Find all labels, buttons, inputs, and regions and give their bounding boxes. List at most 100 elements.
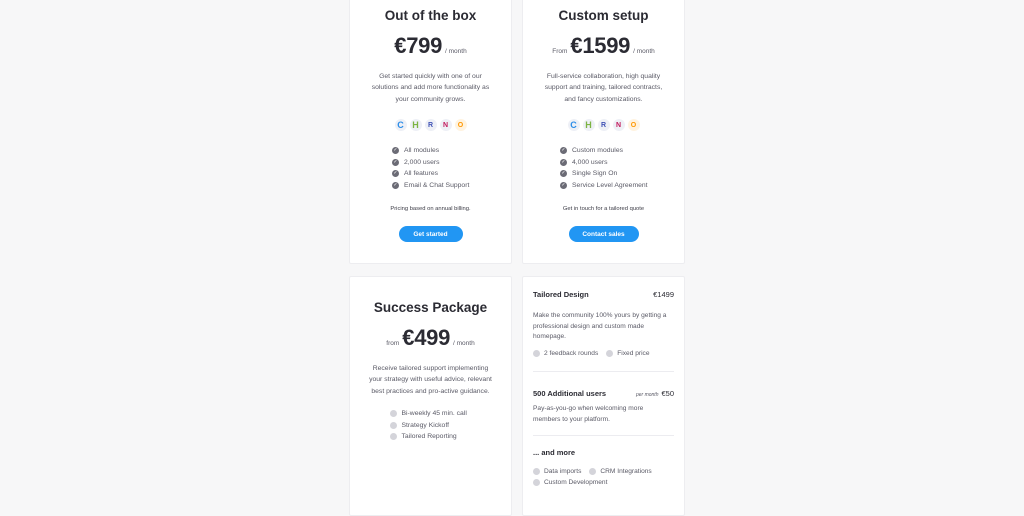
addon-users-header: 500 Additional users per month €50 [533,383,674,401]
feature-item: Strategy Kickoff [389,420,472,432]
feature-item: ✓ Email & Chat Support [392,180,469,192]
module-o-icon: O [454,119,467,131]
module-h-icon: H [582,119,595,131]
check-icon: ✓ [560,181,567,189]
module-n-icon: N [439,119,452,131]
module-c-icon: C [567,119,580,131]
addon-description: Make the community 100% yours by getting… [533,312,667,340]
module-c-icon: C [394,119,407,131]
success-title: Success Package [373,300,488,315]
contact-sales-button[interactable]: Contact sales [568,226,639,242]
success-from: from [386,340,400,347]
success-per: / month [453,340,475,347]
check-icon [389,410,397,418]
feature-label: 4,000 users [572,158,608,166]
addon-title: ... and more [533,448,576,457]
plan-per: / month [633,48,655,55]
feature-item: Tailored Reporting [389,431,472,443]
divider [533,435,674,436]
plan-card-custom-setup: Custom setup From €1599 / month Full-ser… [522,0,685,264]
module-icons: C H R N O [523,119,684,131]
tag-item: CRM Integrations [589,468,652,475]
success-price-row: from €499 / month [350,325,511,351]
plan-price-row: From €1599 / month [523,33,684,59]
tag-label: Fixed price [617,350,650,357]
tag-label: Data imports [544,468,582,475]
module-icons: C H R N O [350,119,511,131]
plan-title: Custom setup [558,8,649,23]
check-icon: ✓ [560,158,567,166]
tag-item: Data imports [533,468,581,475]
addon-description: Pay-as-you-go when welcoming more member… [533,405,644,423]
check-icon [533,479,540,486]
addon-more-tags: Data imports CRM Integrations Custom Dev… [533,468,674,486]
check-icon: ✓ [392,181,399,189]
feature-label: Email & Chat Support [404,181,470,189]
get-started-button[interactable]: Get started [398,226,463,242]
addon-more-header: ... and more [533,448,674,457]
check-icon [606,350,614,357]
addon-price: €1499 [653,290,674,299]
feature-item: ✓ All modules [392,145,469,157]
tag-label: 2 feedback rounds [544,350,599,357]
addon-title: Tailored Design [533,290,589,299]
plan-price: €799 [394,33,443,58]
feature-label: All modules [404,147,440,154]
module-h-icon: H [409,119,422,131]
feature-label: All features [404,170,439,177]
plan-price: €1599 [570,33,631,58]
addon-price-group: per month €50 [636,383,674,401]
feature-label: 2,000 users [404,158,440,166]
addon-design-header: Tailored Design €1499 [533,290,674,299]
feature-label: Service Level Agreement [572,181,648,189]
check-icon: ✓ [560,170,567,178]
feature-label: Custom modules [572,147,623,154]
addon-per: per month [635,392,659,398]
plan-features: ✓ Custom modules ✓ 4,000 users ✓ Single Sig… [560,145,648,191]
plan-price-row: €799 / month [350,33,511,59]
tag-label: CRM Integrations [600,468,652,475]
billing-note: Pricing based on annual billing. [390,206,471,212]
quote-note: Get in touch for a tailored quote [562,206,645,212]
check-icon [533,468,540,475]
check-icon [533,350,540,357]
check-icon: ✓ [392,170,399,178]
addons-card: Tailored Design €1499 Make the community… [522,276,685,516]
feature-item: ✓ Custom modules [560,145,648,157]
check-icon: ✓ [392,147,399,155]
feature-label: Tailored Reporting [401,433,457,440]
plan-description: Get started quickly with one of our solu… [371,73,490,103]
success-features: Bi-weekly 45 min. call Strategy Kickoff … [350,408,511,443]
feature-label: Bi-weekly 45 min. call [401,410,467,417]
check-icon [389,421,397,429]
addon-design-tags: 2 feedback rounds Fixed price [533,350,674,357]
tag-item: Fixed price [606,350,650,357]
feature-item: ✓ 4,000 users [560,157,648,169]
module-r-icon: R [424,119,437,131]
feature-label: Strategy Kickoff [401,421,449,429]
module-r-icon: R [597,119,610,131]
tag-label: Custom Development [544,479,608,486]
success-price: €499 [402,325,451,350]
success-description: Receive tailored support implementing yo… [369,365,492,395]
addon-price: €50 [661,389,674,398]
divider [533,371,674,372]
feature-item: ✓ All features [392,168,469,180]
check-icon [589,468,597,475]
plan-card-out-of-the-box: Out of the box €799 / month Get started … [349,0,512,264]
check-icon: ✓ [392,158,399,166]
check-icon [389,433,397,441]
plan-from: From [552,48,568,55]
feature-item: ✓ 2,000 users [392,157,469,169]
plan-title: Out of the box [384,8,477,23]
tag-item: 2 feedback rounds [533,350,598,357]
plan-features: ✓ All modules ✓ 2,000 users ✓ All features … [392,145,469,191]
module-n-icon: N [612,119,625,131]
feature-item: Bi-weekly 45 min. call [389,408,472,420]
feature-item: ✓ Service Level Agreement [560,180,648,192]
tag-item: Custom Development [533,479,607,486]
plan-description: Full-service collaboration, high quality… [544,73,663,103]
addon-title: 500 Additional users [533,389,607,398]
feature-item: ✓ Single Sign On [560,168,648,180]
feature-label: Single Sign On [572,170,618,177]
